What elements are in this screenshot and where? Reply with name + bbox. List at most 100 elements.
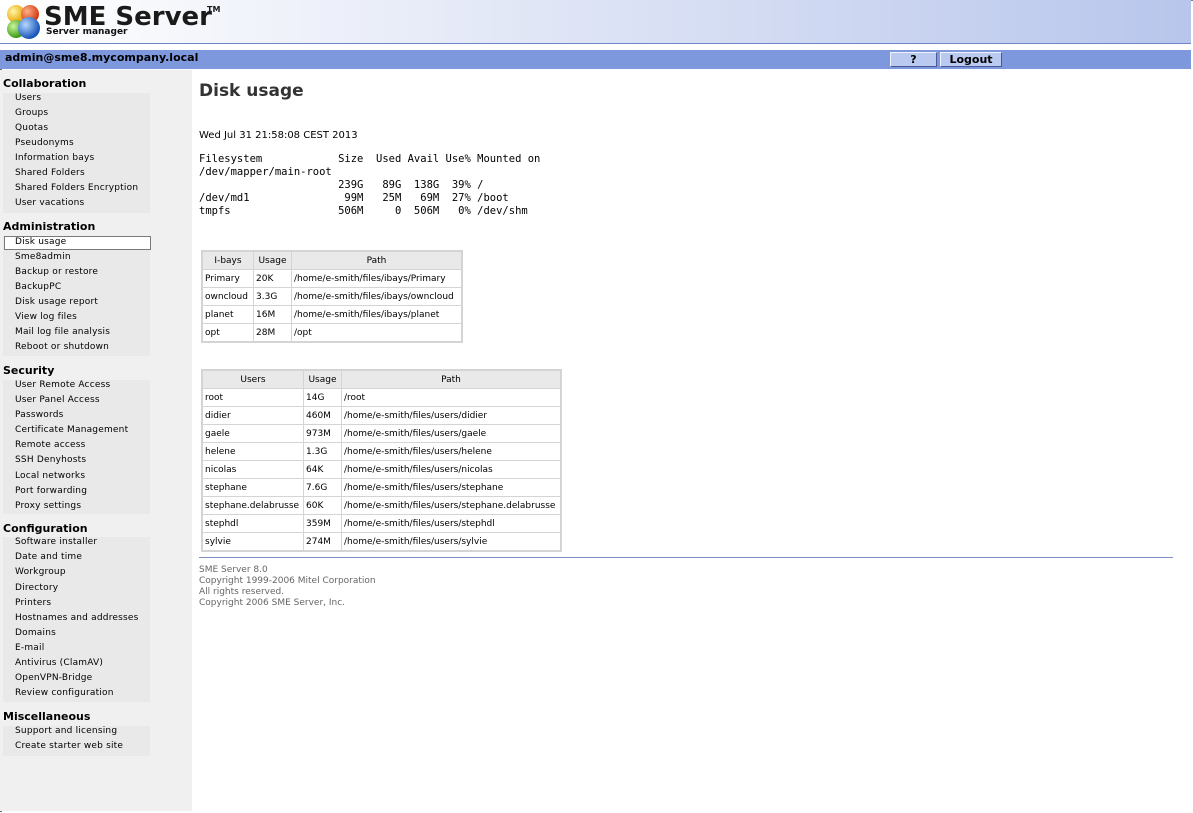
sidebar-item-shared-folders[interactable]: Shared Folders	[15, 168, 85, 178]
column-header: Path	[342, 371, 560, 389]
sidebar-item-certificate-management[interactable]: Certificate Management	[15, 425, 128, 435]
footer: SME Server 8.0 Copyright 1999-2006 Mitel…	[199, 565, 376, 609]
sidebar-item-ssh-denyhosts[interactable]: SSH Denyhosts	[15, 455, 86, 465]
table-row: Primary 20K /home/e-smith/files/ibays/Pr…	[203, 270, 461, 288]
table-row: stephdl 359M /home/e-smith/files/users/s…	[203, 515, 560, 533]
user-usage: 460M	[304, 407, 342, 425]
top-bar: admin@sme8.mycompany.local ? Logout	[0, 50, 1191, 69]
sidebar-item-software-installer[interactable]: Software installer	[15, 537, 97, 547]
user-usage: 7.6G	[304, 479, 342, 497]
sidebar-item-proxy-settings[interactable]: Proxy settings	[15, 501, 81, 511]
sidebar-item-reboot-or-shutdown[interactable]: Reboot or shutdown	[15, 342, 109, 352]
section-collaboration: Collaboration	[3, 77, 87, 90]
sidebar-item-user-vacations[interactable]: User vacations	[15, 198, 84, 208]
user-usage: 64K	[304, 461, 342, 479]
nav-group-administration: Disk usage Sme8admin Backup or restore B…	[3, 236, 151, 356]
sidebar-item-backuppc[interactable]: BackupPC	[15, 282, 61, 292]
sme-logo-icon	[7, 5, 40, 39]
sidebar-item-local-networks[interactable]: Local networks	[15, 471, 85, 481]
column-header: Path	[292, 252, 461, 270]
sidebar-item-date-and-time[interactable]: Date and time	[15, 552, 82, 562]
user-name: helene	[203, 443, 304, 461]
table-row: gaele 973M /home/e-smith/files/users/gae…	[203, 425, 560, 443]
sidebar-item-mail-log-file-analysis[interactable]: Mail log file analysis	[15, 327, 110, 337]
ibay-path: /home/e-smith/files/ibays/planet	[292, 306, 461, 324]
user-name: root	[203, 389, 304, 407]
sidebar-item-backup-or-restore[interactable]: Backup or restore	[15, 267, 98, 277]
filesystem-usage-output: Filesystem Size Used Avail Use% Mounted …	[199, 153, 541, 217]
column-header: I-bays	[203, 252, 254, 270]
ibay-usage: 20K	[254, 270, 292, 288]
sidebar-item-printers[interactable]: Printers	[15, 598, 51, 608]
sidebar-item-antivirus-clamav[interactable]: Antivirus (ClamAV)	[15, 658, 103, 668]
sidebar-item-user-remote-access[interactable]: User Remote Access	[15, 380, 110, 390]
user-name: sylvie	[203, 533, 304, 550]
sidebar-item-user-panel-access[interactable]: User Panel Access	[15, 395, 100, 405]
user-usage: 973M	[304, 425, 342, 443]
sidebar-item-port-forwarding[interactable]: Port forwarding	[15, 486, 87, 496]
user-name: stephane	[203, 479, 304, 497]
sidebar-item-information-bays[interactable]: Information bays	[15, 153, 94, 163]
table-row: owncloud 3.3G /home/e-smith/files/ibays/…	[203, 288, 461, 306]
sidebar-item-hostnames-and-addresses[interactable]: Hostnames and addresses	[15, 613, 139, 623]
sidebar-item-review-configuration[interactable]: Review configuration	[15, 688, 114, 698]
sidebar-item-remote-access[interactable]: Remote access	[15, 440, 86, 450]
sidebar-item-domains[interactable]: Domains	[15, 628, 56, 638]
footer-copyright-2: Copyright 2006 SME Server, Inc.	[199, 598, 346, 608]
ibays-usage-table: I-bays Usage Path Primary 20K /home/e-sm…	[201, 250, 463, 343]
sidebar-item-disk-usage[interactable]: Disk usage	[15, 237, 66, 247]
header-banner: SME Server TM Server manager	[0, 0, 1191, 44]
sidebar-item-view-log-files[interactable]: View log files	[15, 312, 77, 322]
table-row: helene 1.3G /home/e-smith/files/users/he…	[203, 443, 560, 461]
user-path: /home/e-smith/files/users/helene	[342, 443, 560, 461]
footer-version: SME Server 8.0	[199, 565, 268, 575]
user-name: nicolas	[203, 461, 304, 479]
table-row: sylvie 274M /home/e-smith/files/users/sy…	[203, 533, 560, 550]
sidebar-item-openvpn-bridge[interactable]: OpenVPN-Bridge	[15, 673, 92, 683]
user-path: /home/e-smith/files/users/stephdl	[342, 515, 560, 533]
user-usage: 274M	[304, 533, 342, 550]
footer-rights: All rights reserved.	[199, 587, 285, 597]
ibay-path: /opt	[294, 327, 312, 338]
sidebar-item-e-mail[interactable]: E-mail	[15, 643, 44, 653]
product-subtitle: Server manager	[46, 27, 128, 37]
nav-group-collaboration: Users Groups Quotas Pseudonyms Informati…	[3, 93, 150, 213]
table-header-row: I-bays Usage Path	[203, 252, 461, 270]
ibay-usage: 28M	[254, 324, 292, 341]
user-path: /root	[342, 389, 560, 407]
sidebar-item-directory[interactable]: Directory	[15, 583, 58, 593]
sidebar-item-shared-folders-encryption[interactable]: Shared Folders Encryption	[15, 183, 138, 193]
sidebar-item-sme8admin[interactable]: Sme8admin	[15, 252, 71, 262]
section-security: Security	[3, 364, 55, 377]
ibay-name: opt	[203, 324, 254, 341]
user-path: /home/e-smith/files/users/gaele	[342, 425, 560, 443]
sidebar-item-users[interactable]: Users	[15, 93, 41, 103]
sidebar-item-pseudonyms[interactable]: Pseudonyms	[15, 138, 74, 148]
sidebar-item-disk-usage-report[interactable]: Disk usage report	[15, 297, 98, 307]
user-usage: 359M	[304, 515, 342, 533]
sidebar-item-passwords[interactable]: Passwords	[15, 410, 64, 420]
column-header: Users	[203, 371, 304, 389]
column-header: Usage	[254, 252, 292, 270]
ibay-name: owncloud	[203, 288, 254, 306]
section-miscellaneous: Miscellaneous	[3, 710, 91, 723]
ibay-path: /home/e-smith/files/ibays/Primary	[292, 270, 461, 288]
table-row: didier 460M /home/e-smith/files/users/di…	[203, 407, 560, 425]
user-usage: 14G	[304, 389, 342, 407]
sidebar-item-support-and-licensing[interactable]: Support and licensing	[15, 726, 117, 736]
user-usage: 60K	[304, 497, 342, 515]
nav-group-configuration: Software installer Date and time Workgro…	[3, 537, 150, 702]
section-administration: Administration	[3, 220, 96, 233]
table-row: nicolas 64K /home/e-smith/files/users/ni…	[203, 461, 560, 479]
sidebar-item-quotas[interactable]: Quotas	[15, 123, 48, 133]
footer-divider	[199, 557, 1173, 558]
sidebar-item-groups[interactable]: Groups	[15, 108, 48, 118]
user-path: /home/e-smith/files/users/didier	[342, 407, 560, 425]
sidebar-item-create-starter-web-site[interactable]: Create starter web site	[15, 741, 123, 751]
ibay-name: planet	[203, 306, 254, 324]
user-path: /home/e-smith/files/users/nicolas	[342, 461, 560, 479]
logout-button[interactable]: Logout	[940, 52, 1002, 67]
help-button[interactable]: ?	[890, 52, 937, 67]
table-row: opt 28M /opt	[203, 324, 461, 341]
sidebar-item-workgroup[interactable]: Workgroup	[15, 567, 66, 577]
